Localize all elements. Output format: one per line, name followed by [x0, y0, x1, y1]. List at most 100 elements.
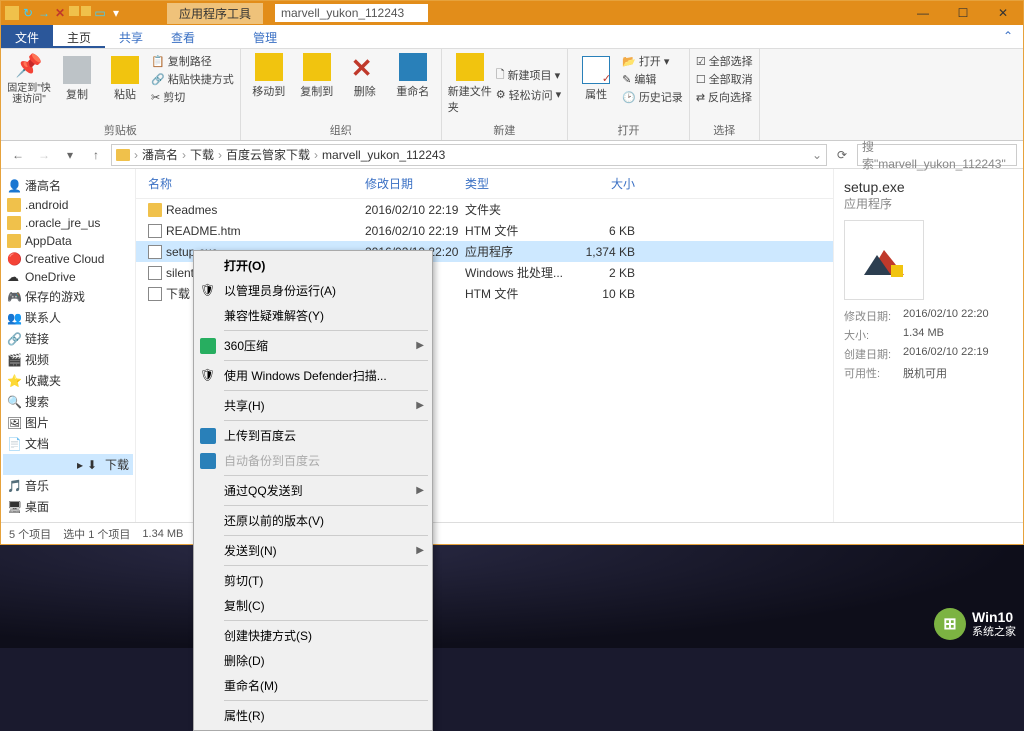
qa-close-icon[interactable]: ✕ — [53, 6, 67, 20]
file-row-0[interactable]: Readmes2016/02/10 22:19文件夹 — [136, 199, 833, 220]
search-box[interactable]: 搜索"marvell_yukon_112243" — [857, 144, 1017, 166]
minimize-button[interactable]: — — [903, 1, 943, 25]
file-icon — [148, 224, 162, 238]
menu-item-23[interactable]: 删除(D) — [194, 648, 432, 673]
menu-item-15[interactable]: 还原以前的版本(V) — [194, 508, 432, 533]
refresh-button[interactable]: ⟳ — [831, 144, 853, 166]
tree-item-7[interactable]: 👥联系人 — [3, 307, 133, 328]
tree-label: 收藏夹 — [25, 372, 61, 389]
folder-icon — [7, 198, 21, 212]
context-menu[interactable]: 打开(O)🛡以管理员身份运行(A)兼容性疑难解答(Y) 360压缩▶ 🛡使用 Win… — [193, 250, 433, 731]
tab-file[interactable]: 文件 — [1, 25, 53, 48]
qa-icon-1[interactable]: ↻ — [21, 6, 35, 20]
selnone-icon: ☐ — [696, 73, 706, 86]
col-size[interactable]: 大小 — [575, 175, 635, 192]
col-type[interactable]: 类型 — [465, 175, 575, 192]
details-name: setup.exe — [844, 179, 1013, 195]
up-button[interactable]: ↑ — [85, 144, 107, 166]
paste-button[interactable]: 粘贴 — [103, 56, 147, 102]
tree-item-0[interactable]: 👤潘高名 — [3, 175, 133, 196]
menu-item-22[interactable]: 创建快捷方式(S) — [194, 623, 432, 648]
tab-manage[interactable]: 管理 — [239, 25, 291, 48]
delete-button[interactable]: ✕删除 — [343, 53, 387, 99]
menu-item-10[interactable]: 上传到百度云 — [194, 423, 432, 448]
menu-item-8[interactable]: 共享(H)▶ — [194, 393, 432, 418]
menu-separator — [224, 420, 428, 421]
copy-button[interactable]: 复制 — [55, 56, 99, 102]
menu-item-24[interactable]: 重命名(M) — [194, 673, 432, 698]
collapse-ribbon-icon[interactable]: ⌃ — [993, 25, 1023, 48]
qa-dropdown-icon[interactable]: ▾ — [109, 6, 123, 20]
tab-share[interactable]: 共享 — [105, 25, 157, 48]
col-name[interactable]: 名称 — [140, 175, 365, 192]
addr-dropdown-icon[interactable]: ⌄ — [812, 148, 822, 162]
file-row-1[interactable]: README.htm2016/02/10 22:19HTM 文件6 KB — [136, 220, 833, 241]
tree-item-15[interactable]: 🎵音乐 — [3, 475, 133, 496]
menu-item-19[interactable]: 剪切(T) — [194, 568, 432, 593]
menu-item-1[interactable]: 🛡以管理员身份运行(A) — [194, 278, 432, 303]
menu-item-20[interactable]: 复制(C) — [194, 593, 432, 618]
crumb-2[interactable]: 百度云管家下载 — [226, 146, 310, 163]
col-date[interactable]: 修改日期 — [365, 175, 465, 192]
easy-access-button[interactable]: ⚙轻松访问 ▾ — [496, 87, 561, 103]
cut-button[interactable]: ✂剪切 — [151, 89, 234, 105]
qa-icon-3[interactable] — [69, 6, 79, 16]
address-bar[interactable]: › 潘高名› 下载› 百度云管家下载› marvell_yukon_112243… — [111, 144, 827, 166]
forward-button[interactable]: → — [33, 144, 55, 166]
qa-icon-4[interactable] — [81, 6, 91, 16]
select-all-button[interactable]: ☑全部选择 — [696, 53, 753, 69]
menu-item-11[interactable]: 自动备份到百度云 — [194, 448, 432, 473]
links-icon: 🔗 — [7, 332, 21, 346]
tree-item-5[interactable]: ☁OneDrive — [3, 268, 133, 286]
qa-icon-2[interactable]: → — [37, 6, 51, 20]
tree-item-8[interactable]: 🔗链接 — [3, 328, 133, 349]
crumb-3[interactable]: marvell_yukon_112243 — [322, 148, 445, 162]
open-button[interactable]: 📂打开 ▾ — [622, 53, 683, 69]
tree-item-3[interactable]: AppData — [3, 232, 133, 250]
rename-button[interactable]: 重命名 — [391, 53, 435, 99]
tree-item-12[interactable]: 🖼图片 — [3, 412, 133, 433]
menu-item-6[interactable]: 🛡使用 Windows Defender扫描... — [194, 363, 432, 388]
qa-icon-5[interactable]: ▭ — [93, 6, 107, 20]
column-headers[interactable]: 名称 修改日期 类型 大小 — [136, 169, 833, 199]
tree-item-13[interactable]: 📄文档 — [3, 433, 133, 454]
edit-button[interactable]: ✎编辑 — [622, 71, 683, 87]
menu-item-2[interactable]: 兼容性疑难解答(Y) — [194, 303, 432, 328]
move-to-button[interactable]: 移动到 — [247, 53, 291, 99]
tree-item-16[interactable]: 🖥桌面 — [3, 496, 133, 517]
tab-home[interactable]: 主页 — [53, 25, 105, 48]
copy-path-button[interactable]: 📋复制路径 — [151, 53, 234, 69]
tree-item-11[interactable]: 🔍搜索 — [3, 391, 133, 412]
crumb-0[interactable]: 潘高名 — [142, 146, 178, 163]
menu-item-26[interactable]: 属性(R) — [194, 703, 432, 728]
new-folder-button[interactable]: 新建文件夹 — [448, 53, 492, 115]
menu-item-4[interactable]: 360压缩▶ — [194, 333, 432, 358]
details-type: 应用程序 — [844, 195, 1013, 212]
tree-item-14[interactable]: ▸⬇下载 — [3, 454, 133, 475]
close-button[interactable]: ✕ — [983, 1, 1023, 25]
properties-button[interactable]: ✓属性 — [574, 56, 618, 102]
crumb-1[interactable]: 下载 — [190, 146, 214, 163]
tree-item-10[interactable]: ⭐收藏夹 — [3, 370, 133, 391]
history-button[interactable]: 🕑历史记录 — [622, 89, 683, 105]
new-item-button[interactable]: 🗋新建项目 ▾ — [496, 66, 561, 85]
select-none-button[interactable]: ☐全部取消 — [696, 71, 753, 87]
tab-view[interactable]: 查看 — [157, 25, 209, 48]
tree-item-2[interactable]: .oracle_jre_us — [3, 214, 133, 232]
back-button[interactable]: ← — [7, 144, 29, 166]
maximize-button[interactable]: ☐ — [943, 1, 983, 25]
tree-label: 音乐 — [25, 477, 49, 494]
pin-button[interactable]: 📌固定到"快速访问" — [7, 53, 51, 105]
tree-item-1[interactable]: .android — [3, 196, 133, 214]
tree-item-9[interactable]: 🎬视频 — [3, 349, 133, 370]
tree-item-6[interactable]: 🎮保存的游戏 — [3, 286, 133, 307]
nav-tree[interactable]: 👤潘高名.android.oracle_jre_usAppData🔴Creati… — [1, 169, 136, 522]
menu-item-0[interactable]: 打开(O) — [194, 253, 432, 278]
menu-item-17[interactable]: 发送到(N)▶ — [194, 538, 432, 563]
tree-item-4[interactable]: 🔴Creative Cloud — [3, 250, 133, 268]
menu-item-13[interactable]: 通过QQ发送到▶ — [194, 478, 432, 503]
recent-dropdown[interactable]: ▾ — [59, 144, 81, 166]
copy-to-button[interactable]: 复制到 — [295, 53, 339, 99]
paste-shortcut-button[interactable]: 🔗粘贴快捷方式 — [151, 71, 234, 87]
invert-selection-button[interactable]: ⇄反向选择 — [696, 89, 753, 105]
